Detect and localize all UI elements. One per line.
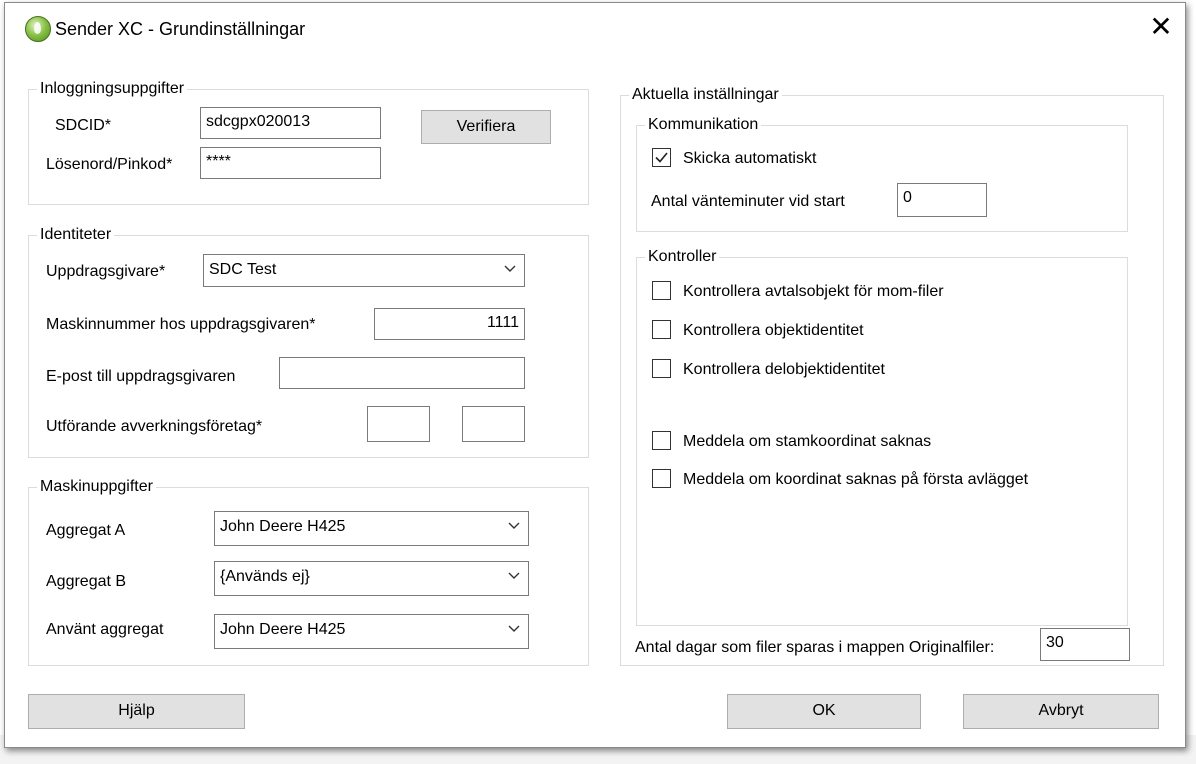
control-label-first-landing-coordinate: Meddela om koordinat saknas på första av… <box>683 471 1029 488</box>
machine-number-label: Maskinnummer hos uppdragsgivaren* <box>46 316 316 333</box>
aggregate-a-label: Aggregat A <box>46 522 126 539</box>
password-label: Lösenord/Pinkod* <box>46 156 173 173</box>
chevron-down-icon <box>508 625 520 632</box>
retention-days-input[interactable]: 30 <box>1040 628 1130 661</box>
control-checkbox-stem-coordinate[interactable] <box>652 431 671 450</box>
chevron-down-icon <box>508 522 520 529</box>
control-checkbox-object-identity[interactable] <box>652 320 671 339</box>
help-button[interactable]: Hjälp <box>28 694 245 729</box>
login-legend: Inloggningsuppgifter <box>37 79 188 99</box>
wait-minutes-input[interactable]: 0 <box>897 183 987 217</box>
aggregate-b-value: {Används ej} <box>220 568 310 585</box>
control-checkbox-first-landing-coordinate[interactable] <box>652 469 671 488</box>
chevron-down-icon <box>504 265 516 272</box>
cancel-button[interactable]: Avbryt <box>963 694 1159 729</box>
control-checkbox-subobject-identity[interactable] <box>652 359 671 378</box>
chevron-down-icon <box>508 572 520 579</box>
sdcid-label: SDCID* <box>55 117 112 134</box>
control-label-subobject-identity: Kontrollera delobjektidentitet <box>683 361 885 378</box>
control-label-stem-coordinate: Meddela om stamkoordinat saknas <box>683 433 932 450</box>
used-aggregate-value: John Deere H425 <box>220 621 346 638</box>
password-input[interactable]: **** <box>200 147 381 179</box>
retention-days-label: Antal dagar som filer sparas i mappen Or… <box>635 639 995 656</box>
client-dropdown-value: SDC Test <box>209 261 277 278</box>
client-label: Uppdragsgivare* <box>46 263 166 280</box>
app-logo-icon <box>25 16 51 42</box>
contractor-label: Utförande avverkningsföretag* <box>46 418 263 435</box>
auto-send-label: Skicka automatiskt <box>683 150 817 167</box>
aggregate-b-label: Aggregat B <box>46 573 127 590</box>
email-input[interactable] <box>279 357 525 389</box>
used-aggregate-dropdown[interactable]: John Deere H425 <box>214 614 529 649</box>
control-checkbox-contract-objects[interactable] <box>652 281 671 300</box>
aggregate-b-dropdown[interactable]: {Används ej} <box>214 561 529 596</box>
wait-minutes-label: Antal vänteminuter vid start <box>651 193 845 210</box>
communication-group: Kommunikation <box>636 115 1128 232</box>
settings-legend: Aktuella inställningar <box>629 85 782 105</box>
contractor-input-2[interactable] <box>462 406 525 442</box>
ok-button[interactable]: OK <box>727 694 921 729</box>
client-dropdown[interactable]: SDC Test <box>203 254 525 287</box>
email-label: E-post till uppdragsgivaren <box>46 368 236 385</box>
window-title: Sender XC - Grundinställningar <box>55 19 306 39</box>
control-label-contract-objects: Kontrollera avtalsobjekt för mom-filer <box>683 283 944 300</box>
aggregate-a-dropdown[interactable]: John Deere H425 <box>214 511 529 546</box>
identities-legend: Identiteter <box>37 225 115 245</box>
machine-legend: Maskinuppgifter <box>37 477 156 497</box>
settings-dialog: Sender XC - Grundinställningar ✕ Inloggn… <box>4 2 1186 748</box>
controls-legend: Kontroller <box>645 247 720 267</box>
machine-number-input[interactable]: 1111 <box>374 308 525 340</box>
checkmark-icon <box>655 152 668 163</box>
close-icon[interactable]: ✕ <box>1141 11 1181 43</box>
communication-legend: Kommunikation <box>645 115 762 135</box>
contractor-input-1[interactable] <box>367 406 430 442</box>
verify-button[interactable]: Verifiera <box>421 110 551 144</box>
aggregate-a-value: John Deere H425 <box>220 518 346 535</box>
used-aggregate-label: Använt aggregat <box>46 621 164 638</box>
sdcid-input[interactable]: sdcgpx020013 <box>200 107 381 139</box>
control-label-object-identity: Kontrollera objektidentitet <box>683 322 864 339</box>
auto-send-checkbox[interactable] <box>652 148 671 167</box>
